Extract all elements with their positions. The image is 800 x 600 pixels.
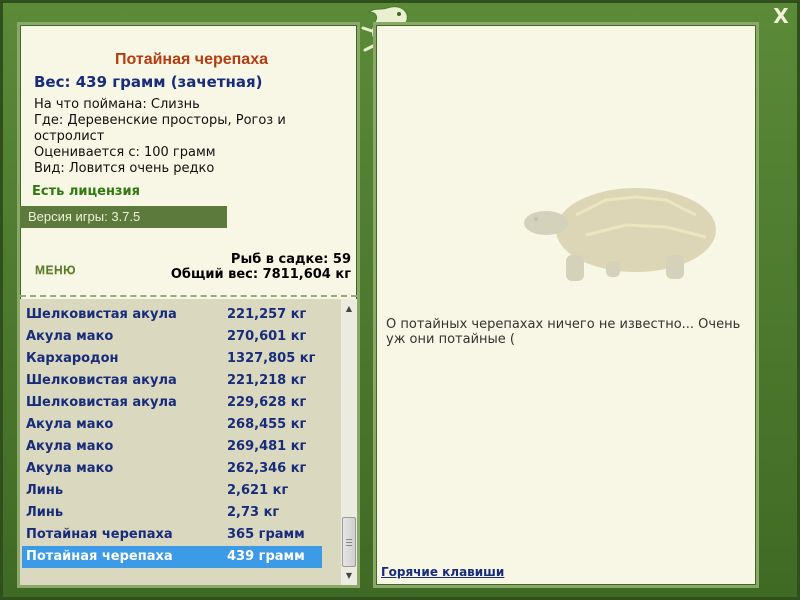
list-item[interactable]: Акула мако 262,346 кг (22, 458, 322, 480)
game-version: Версия игры: 3.7.5 (20, 206, 227, 228)
list-item-weight: 439 грамм (227, 549, 305, 564)
list-item-name: Кархародон (26, 351, 119, 366)
close-button[interactable]: X (770, 6, 792, 28)
list-item-name: Линь (26, 483, 64, 498)
list-item[interactable]: Акула мако 269,481 кг (22, 436, 322, 458)
kind-text: Вид: Ловится очень редко (34, 161, 215, 176)
list-item[interactable]: Линь 2,73 кг (22, 502, 322, 524)
list-item[interactable]: Линь 2,621 кг (22, 480, 322, 502)
list-item-name: Акула мако (26, 439, 114, 454)
list-item-weight: 2,73 кг (227, 505, 280, 520)
list-item[interactable]: Потайная черепаха 365 грамм (22, 524, 322, 546)
scrollbar-thumb[interactable] (342, 517, 356, 567)
fish-details: На что поймана: Слизнь Где: Деревенские … (34, 97, 354, 177)
list-item-name: Потайная черепаха (26, 527, 173, 542)
fish-description-panel: О потайных черепахах ничего не известно.… (373, 22, 759, 588)
list-item-weight: 270,601 кг (227, 329, 307, 344)
bait-text: На что поймана: Слизнь (34, 97, 200, 112)
list-item-name: Шелковистая акула (26, 395, 177, 410)
list-item[interactable]: Потайная черепаха 439 грамм (22, 546, 322, 568)
list-item-name: Шелковистая акула (26, 373, 177, 388)
fish-count: Рыб в садке: 59 (230, 252, 351, 267)
total-weight: Общий вес: 7811,604 кг (170, 267, 351, 282)
rated-from-text: Оценивается с: 100 грамм (34, 145, 216, 160)
list-item-name: Шелковистая акула (26, 307, 177, 322)
list-item-name: Потайная черепаха (26, 549, 173, 564)
license-status: Есть лицензия (32, 184, 140, 199)
cage-stats: Рыб в садке: 59 Общий вес: 7811,604 кг (171, 252, 351, 282)
menu-button[interactable]: МЕНЮ (35, 263, 76, 277)
fish-title: Потайная черепаха (114, 51, 268, 68)
scrollbar[interactable]: ▲ ▼ (341, 299, 357, 585)
list-item-weight: 229,628 кг (227, 395, 307, 410)
list-item[interactable]: Шелковистая акула 221,257 кг (22, 304, 322, 326)
fish-weight-line: Вес: 439 грамм (зачетная) (34, 73, 263, 91)
list-item[interactable]: Акула мако 268,455 кг (22, 414, 322, 436)
scroll-up-icon[interactable]: ▲ (341, 301, 357, 317)
list-item-weight: 269,481 кг (227, 439, 307, 454)
list-item-weight: 2,621 кг (227, 483, 289, 498)
hotkeys-link[interactable]: Горячие клавиши (381, 565, 504, 579)
list-item-name: Акула мако (26, 417, 114, 432)
list-item-name: Линь (26, 505, 64, 520)
list-item[interactable]: Шелковистая акула 229,628 кг (22, 392, 322, 414)
list-item-weight: 221,218 кг (227, 373, 307, 388)
list-item-weight: 1327,805 кг (227, 351, 316, 366)
scroll-down-icon[interactable]: ▼ (341, 568, 357, 584)
list-item-name: Акула мако (26, 461, 114, 476)
list-item[interactable]: Кархародон 1327,805 кг (22, 348, 322, 370)
turtle-illustration-icon (524, 188, 716, 281)
location-text: Где: Деревенские просторы, Рогоз и остро… (34, 113, 286, 144)
fish-description: О потайных черепахах ничего не известно.… (386, 317, 741, 347)
catch-list: Шелковистая акула 221,257 кг Акула мако 270… (20, 299, 357, 585)
fish-info-panel: Потайная черепаха Вес: 439 грамм (зачетн… (17, 22, 360, 588)
divider (20, 295, 357, 297)
list-item[interactable]: Акула мако 270,601 кг (22, 326, 322, 348)
list-item-name: Акула мако (26, 329, 114, 344)
list-item-weight: 262,346 кг (227, 461, 307, 476)
list-item[interactable]: Шелковистая акула 221,218 кг (22, 370, 322, 392)
list-item-weight: 268,455 кг (227, 417, 307, 432)
list-item-weight: 365 грамм (227, 527, 305, 542)
list-item-weight: 221,257 кг (227, 307, 307, 322)
